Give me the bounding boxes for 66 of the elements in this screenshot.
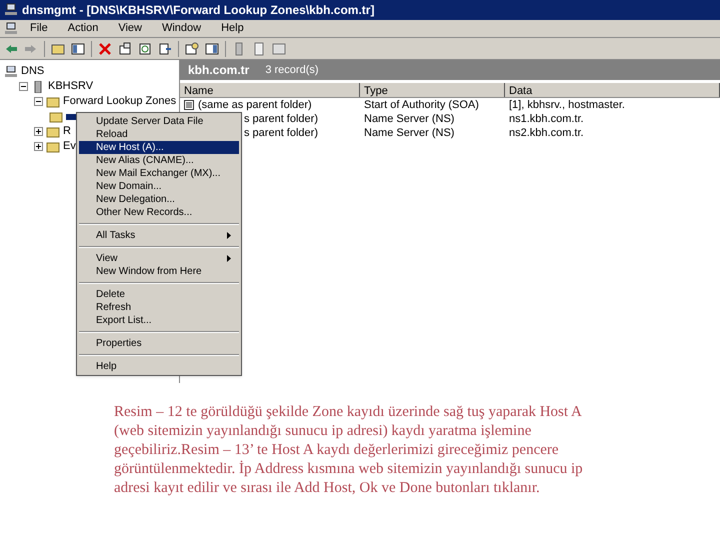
menu-item[interactable]: New Alias (CNAME)... (79, 154, 239, 167)
menu-item[interactable]: New Window from Here (79, 265, 239, 278)
menu-item[interactable]: Export List... (79, 314, 239, 327)
column-header[interactable]: Name (180, 83, 360, 97)
computer-icon (4, 66, 18, 78)
menu-item[interactable]: Refresh (79, 301, 239, 314)
tree-item[interactable]: Forward Lookup Zones (63, 93, 176, 110)
menu-item[interactable]: Help (213, 20, 252, 37)
menu-item[interactable]: Window (154, 20, 210, 37)
window-title: dnsmgmt - [DNS\KBHSRV\Forward Lookup Zones\kbh.com.tr] (22, 2, 374, 19)
submenu-arrow-icon (227, 255, 231, 262)
table-cell: (same as parent folder) (198, 98, 312, 112)
column-header[interactable]: Data (505, 83, 720, 97)
table-cell: s parent folder) (244, 112, 318, 126)
column-header[interactable]: Type (360, 83, 505, 97)
menu-item[interactable]: Delete (79, 288, 239, 301)
expander-icon[interactable] (34, 127, 43, 136)
panel-icon[interactable] (205, 42, 219, 56)
folder-icon (46, 126, 60, 138)
tree-item[interactable]: DNS (21, 63, 44, 80)
panel-icon[interactable] (71, 42, 85, 56)
menu-item[interactable]: Other New Records... (79, 206, 239, 219)
zone-title: kbh.com.tr (188, 62, 250, 79)
menu-item[interactable]: File (22, 20, 56, 37)
menu-item[interactable]: Reload (79, 128, 239, 141)
expander-icon[interactable] (34, 142, 43, 151)
menu-item[interactable]: New Delegation... (79, 193, 239, 206)
menu-item[interactable]: New Host (A)... (79, 141, 239, 154)
tree-item[interactable]: Ev (63, 138, 76, 155)
computer-icon (4, 22, 18, 36)
folder-icon (49, 110, 63, 122)
record-icon (184, 100, 194, 110)
menu-item[interactable]: New Domain... (79, 180, 239, 193)
table-cell: [1], kbhsrv., hostmaster. (509, 98, 625, 112)
menu-item[interactable]: New Mail Exchanger (MX)... (79, 167, 239, 180)
record-count: 3 record(s) (265, 62, 319, 78)
table-cell: Name Server (NS) (364, 112, 454, 126)
table-cell: Name Server (NS) (364, 126, 454, 140)
refresh-icon[interactable] (138, 42, 152, 56)
export-icon[interactable] (158, 42, 172, 56)
computer-icon (4, 3, 18, 17)
expander-icon[interactable] (19, 82, 28, 91)
table-cell: s parent folder) (244, 126, 318, 140)
folder-icon (46, 96, 60, 108)
menu-item[interactable]: Help (79, 360, 239, 373)
folder-icon[interactable] (51, 42, 65, 56)
caption-paragraph: Resim – 12 te görüldüğü şekilde Zone kayıdı üzerinde sağ tuş yaparak Host A (web sitemizin yayınlandığı sunucu ip adresi) kaydı yaratma işlemine geçebiliriz.Resim – 13’ te Host A kaydı değerlerimizi gireceğimiz pencere görüntülenmektedir. İp Address kısmına web sitemizin yayınlandığı sunucu ip adresi kayıt edilir ve sırası ile Add Host, Ok ve Done butonları tıklanır. (114, 403, 584, 498)
tree-item[interactable]: R (63, 123, 71, 140)
menu-item[interactable]: Properties (79, 337, 239, 350)
menu-item[interactable]: Update Server Data File (79, 115, 239, 128)
table-cell: ns1.kbh.com.tr. (509, 112, 584, 126)
folder-icon (46, 140, 60, 152)
delete-icon[interactable] (98, 42, 112, 56)
help-icon[interactable] (185, 42, 199, 56)
expander-icon[interactable] (34, 97, 43, 106)
table-cell: ns2.kbh.com.tr. (509, 126, 584, 140)
properties-icon[interactable] (118, 42, 132, 56)
tree-item[interactable]: KBHSRV (48, 78, 94, 95)
menu-item[interactable]: View (79, 252, 239, 265)
document-icon[interactable] (252, 42, 266, 56)
menu-item[interactable]: View (110, 20, 150, 37)
menu-item[interactable]: All Tasks (79, 229, 239, 242)
submenu-arrow-icon (227, 232, 231, 239)
table-cell: Start of Authority (SOA) (364, 98, 479, 112)
menu-item[interactable]: Action (60, 20, 106, 37)
window-icon[interactable] (272, 42, 286, 56)
